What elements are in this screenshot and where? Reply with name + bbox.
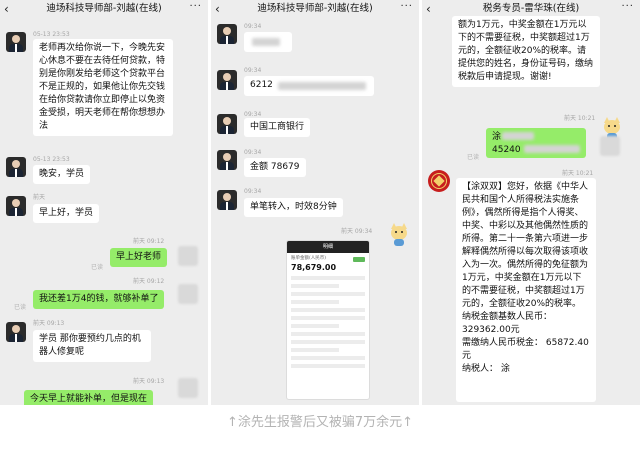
tax-base-label: 纳税金额基数人民币： xyxy=(462,312,553,322)
receipt-amount: 78,679.00 xyxy=(291,263,337,272)
tax-bureau-avatar[interactable] xyxy=(428,170,450,192)
mentor-avatar[interactable] xyxy=(217,114,237,134)
tax-due-line: 需缴纳人民币税金： 65872.40元 xyxy=(462,338,589,361)
tax-reply-text: 【涂双双】您好，依据《中华人民共和国个人所得税法实施条例》，偶然所得是指个人得奖… xyxy=(462,182,589,309)
message-time: 09:34 xyxy=(244,188,262,195)
chat-panel-2: ‹ 迪场科技导师部-刘越(在线) ··· 09:34 09:34 6212 09… xyxy=(211,0,419,405)
message-bubble[interactable]: 晚安，学员 xyxy=(33,165,91,184)
message-bubble[interactable]: 早上好，学员 xyxy=(33,204,100,223)
message-time: 09:34 xyxy=(244,111,262,118)
message-bubble[interactable]: 我还差1万4的钱，就够补单了 xyxy=(33,290,165,309)
user-avatar[interactable] xyxy=(178,246,198,266)
cat-sticker[interactable] xyxy=(387,222,411,246)
mentor-avatar[interactable] xyxy=(217,24,237,44)
screenshot-collage: ‹ 迪场科技导师部-刘越(在线) ··· 05-13 23:53 老师再次给你说… xyxy=(0,0,640,452)
mentor-avatar[interactable] xyxy=(217,190,237,210)
message-time: 09:34 xyxy=(244,67,262,74)
message-bubble[interactable] xyxy=(244,32,292,52)
message-time: 前天 09:34 xyxy=(341,228,373,235)
mentor-avatar[interactable] xyxy=(6,157,26,177)
receipt-status-icon xyxy=(353,257,365,262)
message-time: 09:34 xyxy=(244,149,262,156)
chat-title: 税务专员-雷华珠(在线) xyxy=(482,3,580,14)
message-time: 05-13 23:53 xyxy=(33,31,70,38)
read-status: 已读 xyxy=(91,264,104,271)
photo-caption: ↑涂先生报警后又被骗7万余元↑ xyxy=(226,415,414,430)
message-bubble[interactable]: 老师再次给你说一下，今晚先安心休息不要在去待任何贷款，特别是你刚发给老师这个贷款… xyxy=(33,39,173,136)
read-status: 已读 xyxy=(14,304,27,311)
message-time: 前天 10:21 xyxy=(564,115,596,122)
message-time: 09:34 xyxy=(244,23,262,30)
user-avatar[interactable] xyxy=(178,284,198,304)
message-bubble[interactable]: 学员 那你要预约几点的机器人修复呢 xyxy=(33,330,151,362)
mentor-avatar[interactable] xyxy=(217,70,237,90)
message-bubble[interactable]: 【涂双双】您好，依据《中华人民共和国个人所得税法实施条例》，偶然所得是指个人得奖… xyxy=(456,178,596,402)
message-time: 前天 09:13 xyxy=(33,320,65,327)
bank-card-number: 6212 xyxy=(250,80,273,90)
message-time: 前天 09:12 xyxy=(133,238,165,245)
chat-title: 迪场科技导师部-刘越(在线) xyxy=(46,3,162,14)
chat-panel-3: ‹ 税务专员-雷华珠(在线) ··· 额为1万元，中奖金额在1万元以下的不需要征… xyxy=(422,0,640,405)
message-bubble[interactable]: 今天早上就能补单，但是现在 xyxy=(24,390,154,405)
read-status: 已读 xyxy=(467,154,480,161)
mentor-avatar[interactable] xyxy=(6,196,26,216)
message-bubble[interactable]: 6212 xyxy=(244,76,374,96)
message-bubble[interactable]: 早上好老师 xyxy=(110,248,168,267)
chat-header: ‹ 迪场科技导师部-刘越(在线) ··· xyxy=(0,0,208,20)
more-options-icon[interactable]: ··· xyxy=(400,1,413,12)
taxpayer-line: 纳税人： 涂 xyxy=(462,364,510,374)
user-avatar[interactable] xyxy=(178,378,198,398)
more-options-icon[interactable]: ··· xyxy=(189,1,202,12)
message-bubble[interactable]: 涂 45240 xyxy=(486,128,586,158)
user-avatar[interactable] xyxy=(600,136,620,156)
message-time: 前天 10:21 xyxy=(562,170,594,177)
message-time: 前天 xyxy=(33,194,46,201)
message-bubble[interactable]: 金额 78679 xyxy=(244,158,306,177)
receipt-header: 明细 xyxy=(287,241,369,253)
tax-base-amount: 329362.00元 xyxy=(462,325,520,335)
message-time: 05-13 23:53 xyxy=(33,156,70,163)
more-options-icon[interactable]: ··· xyxy=(621,1,634,12)
message-bubble[interactable]: 单笔转入，时效8分钟 xyxy=(244,198,343,217)
transfer-receipt-screenshot[interactable]: 明细 账单金额(人民币) 78,679.00 xyxy=(286,240,370,400)
message-bubble[interactable]: 中国工商银行 xyxy=(244,118,311,137)
mentor-avatar[interactable] xyxy=(217,150,237,170)
message-time: 前天 09:12 xyxy=(133,278,165,285)
chat-header: ‹ 迪场科技导师部-刘越(在线) ··· xyxy=(211,0,419,20)
mentor-avatar[interactable] xyxy=(6,322,26,342)
chat-panel-1: ‹ 迪场科技导师部-刘越(在线) ··· 05-13 23:53 老师再次给你说… xyxy=(0,0,208,405)
chat-title: 迪场科技导师部-刘越(在线) xyxy=(257,3,373,14)
message-bubble[interactable]: 额为1万元，中奖金额在1万元以下的不需要征税，中奖额超过1万元的，全额征收20%… xyxy=(452,16,600,87)
message-time: 前天 09:13 xyxy=(133,378,165,385)
mentor-avatar[interactable] xyxy=(6,32,26,52)
